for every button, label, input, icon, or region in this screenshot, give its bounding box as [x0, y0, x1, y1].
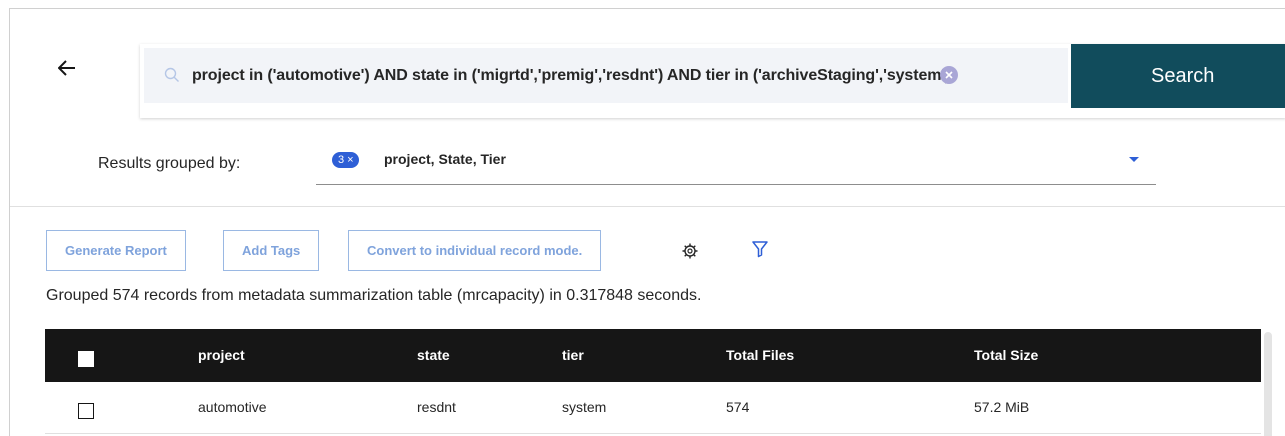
cell-state: resdnt: [417, 399, 456, 415]
convert-mode-button[interactable]: Convert to individual record mode.: [348, 230, 602, 271]
group-values: project, State, Tier: [384, 151, 506, 167]
cell-project: automotive: [198, 399, 267, 415]
group-by-dropdown[interactable]: 3 × project, State, Tier: [316, 145, 1156, 185]
select-all-checkbox[interactable]: [78, 351, 94, 367]
chevron-down-icon[interactable]: [1129, 157, 1139, 162]
gear-icon[interactable]: [682, 243, 698, 259]
column-header[interactable]: tier: [562, 329, 584, 382]
arrow-left-icon: [58, 60, 75, 76]
search-input[interactable]: project in ('automotive') AND state in (…: [144, 48, 1068, 103]
add-tags-button[interactable]: Add Tags: [223, 230, 320, 271]
row-checkbox[interactable]: [78, 403, 94, 419]
results-summary: Grouped 574 records from metadata summar…: [46, 287, 702, 304]
column-header[interactable]: Total Files: [726, 329, 794, 382]
search-button[interactable]: Search: [1071, 44, 1285, 108]
clear-group-icon[interactable]: ×: [347, 152, 353, 168]
search-panel: project in ('automotive') AND state in (…: [10, 9, 1285, 206]
group-count-tag[interactable]: 3 ×: [332, 152, 359, 168]
search-icon: [164, 67, 179, 82]
cell-total-files: 574: [726, 399, 750, 415]
generate-report-button[interactable]: Generate Report: [46, 230, 186, 271]
back-button[interactable]: [54, 55, 80, 81]
group-count: 3: [338, 154, 345, 166]
column-header[interactable]: project: [198, 329, 245, 382]
table-header: project state tier Total Files Total Siz…: [45, 329, 1261, 382]
table-scrollbar[interactable]: [1264, 332, 1272, 436]
results-table: project state tier Total Files Total Siz…: [45, 329, 1261, 434]
search-bar: project in ('automotive') AND state in (…: [140, 44, 1285, 118]
cell-tier: system: [562, 399, 607, 415]
search-query-text[interactable]: project in ('automotive') AND state in (…: [192, 48, 950, 103]
results-panel: Generate Report Add Tags Convert to indi…: [10, 206, 1285, 436]
cell-total-size: 57.2 MiB: [974, 399, 1030, 415]
column-header[interactable]: state: [417, 329, 450, 382]
table-row[interactable]: automotive resdnt system 574 57.2 MiB: [45, 382, 1261, 434]
grouped-by-label: Results grouped by:: [98, 155, 241, 172]
column-header[interactable]: Total Size: [974, 329, 1038, 382]
filter-icon[interactable]: [752, 240, 768, 258]
app-frame: project in ('automotive') AND state in (…: [9, 8, 1285, 436]
clear-icon[interactable]: [940, 66, 958, 84]
